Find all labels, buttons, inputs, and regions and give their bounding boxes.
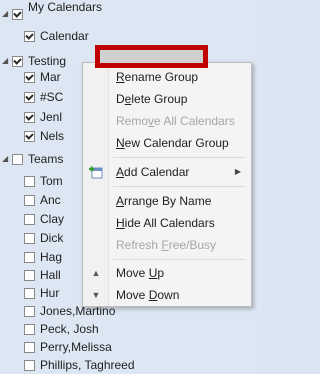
menu-item-accelerator: N <box>116 136 125 150</box>
menu-item-accelerator: A <box>116 194 125 208</box>
menu-item-label: own <box>157 288 180 302</box>
menu-item-label-prefix: Refresh <box>116 238 162 252</box>
calendar-item[interactable]: Nels <box>24 127 64 145</box>
calendar-checkbox[interactable] <box>24 287 35 299</box>
calendar-label: Jenl <box>40 110 63 124</box>
calendar-label: Peck, Josh <box>40 322 99 336</box>
menu-item-remove-all-calendars: Remove All Calendars <box>109 110 247 132</box>
calendar-label: Tom <box>40 174 63 188</box>
menu-item-label: ree/Busy <box>168 238 217 252</box>
calendar-item[interactable]: Hall <box>24 266 61 284</box>
menu-item-label: p <box>157 266 165 280</box>
collapse-triangle-icon[interactable]: ◢ <box>2 150 10 168</box>
menu-item-arrange-by-name[interactable]: Arrange By Name <box>109 190 247 212</box>
calendar-item[interactable]: Dick <box>24 229 63 247</box>
group-label: My Calendars <box>28 0 103 14</box>
calendar-label: Mar <box>40 70 61 84</box>
menu-item-label: ide All Calendars <box>124 216 215 230</box>
calendar-item[interactable]: Calendar <box>24 27 89 45</box>
calendar-checkbox[interactable] <box>24 30 35 42</box>
calendar-item[interactable]: Peck, Josh <box>24 320 99 338</box>
calendar-item[interactable]: Tom <box>24 172 63 190</box>
menu-item-label: dd Calendar <box>124 165 190 179</box>
calendar-checkbox[interactable] <box>24 213 35 225</box>
menu-item-refresh-free-busy: Refresh Free/Busy <box>109 234 247 256</box>
group-my-calendars[interactable]: ◢ My Calendars <box>2 0 102 23</box>
menu-item-hide-all-calendars[interactable]: Hide All Calendars <box>109 212 247 234</box>
menu-item-label: ew Calendar Group <box>124 136 229 150</box>
calendar-label: Hag <box>40 250 63 264</box>
calendar-checkbox[interactable] <box>24 71 35 83</box>
add-calendar-icon <box>89 165 103 179</box>
menu-item-label: e All Calendars <box>154 114 235 128</box>
menu-item-accelerator: R <box>116 70 125 84</box>
calendar-item[interactable]: Perry,Melissa <box>24 338 112 356</box>
calendar-checkbox[interactable] <box>24 194 35 206</box>
menu-separator <box>113 259 245 260</box>
group-checkbox[interactable] <box>12 8 23 20</box>
menu-item-label-prefix: Move <box>116 266 149 280</box>
move-up-icon: ▲ <box>91 268 101 278</box>
calendar-item[interactable]: Hag <box>24 248 62 266</box>
menu-item-new-calendar-group[interactable]: New Calendar Group <box>109 132 247 154</box>
group-checkbox[interactable] <box>12 153 23 165</box>
calendar-item[interactable]: Clay <box>24 210 64 228</box>
calendar-label: Perry,Melissa <box>40 340 112 354</box>
calendar-checkbox[interactable] <box>24 251 35 263</box>
menu-item-accelerator: A <box>116 165 125 179</box>
submenu-arrow-icon: ▶ <box>234 167 241 176</box>
move-down-icon: ▼ <box>91 290 101 300</box>
calendar-item[interactable]: Hur <box>24 284 59 302</box>
collapse-triangle-icon[interactable]: ◢ <box>2 5 10 23</box>
group-teams[interactable]: ◢ Teams <box>2 150 63 168</box>
calendar-item[interactable]: Mar <box>24 68 61 86</box>
calendar-label: Calendar <box>40 29 89 43</box>
group-label: Testing <box>28 54 67 68</box>
calendar-item[interactable]: #SC <box>24 88 63 106</box>
calendar-checkbox[interactable] <box>24 341 35 353</box>
calendar-item[interactable]: Phillips, Taghreed <box>24 356 135 374</box>
menu-item-add-calendar[interactable]: Add Calendar ▶ <box>109 161 247 183</box>
menu-item-label-prefix: D <box>116 92 125 106</box>
menu-separator <box>113 186 245 187</box>
menu-separator <box>113 157 245 158</box>
calendar-item[interactable]: Jenl <box>24 108 62 126</box>
calendar-checkbox[interactable] <box>24 232 35 244</box>
menu-item-move-up[interactable]: Move Up <box>109 262 247 284</box>
calendar-label: Anc <box>40 193 61 207</box>
calendar-checkbox[interactable] <box>24 130 35 142</box>
menu-item-label: rrange By Name <box>124 194 212 208</box>
menu-item-label: ename Group <box>124 70 199 84</box>
menu-item-label-prefix: Move <box>116 288 149 302</box>
calendar-checkbox[interactable] <box>24 305 35 317</box>
calendar-label: Nels <box>40 129 65 143</box>
group-rename-highlight[interactable] <box>95 45 208 68</box>
menu-item-label: lete Group <box>131 92 188 106</box>
calendar-checkbox[interactable] <box>24 91 35 103</box>
menu-item-accelerator: H <box>116 216 125 230</box>
menu-item-move-down[interactable]: Move Down <box>109 284 247 306</box>
collapse-triangle-icon[interactable]: ◢ <box>2 52 10 70</box>
calendar-checkbox[interactable] <box>24 323 35 335</box>
menu-item-accelerator: F <box>161 238 169 252</box>
menu-item-delete-group[interactable]: Delete Group <box>109 88 247 110</box>
group-context-menu: Rename Group Delete Group Remove All Cal… <box>82 62 252 307</box>
calendar-checkbox[interactable] <box>24 175 35 187</box>
calendar-label: Clay <box>40 212 65 226</box>
calendar-label: Hur <box>40 286 60 300</box>
menu-item-label-prefix: Remo <box>116 114 149 128</box>
group-label: Teams <box>28 152 64 166</box>
calendar-checkbox[interactable] <box>24 359 35 371</box>
calendar-label: Hall <box>40 268 61 282</box>
calendar-item[interactable]: Anc <box>24 191 61 209</box>
calendar-checkbox[interactable] <box>24 111 35 123</box>
calendar-label: #SC <box>40 90 64 104</box>
group-checkbox[interactable] <box>12 55 23 67</box>
calendar-label: Dick <box>40 231 64 245</box>
calendar-checkbox[interactable] <box>24 269 35 281</box>
menu-item-rename-group[interactable]: Rename Group <box>109 66 247 88</box>
